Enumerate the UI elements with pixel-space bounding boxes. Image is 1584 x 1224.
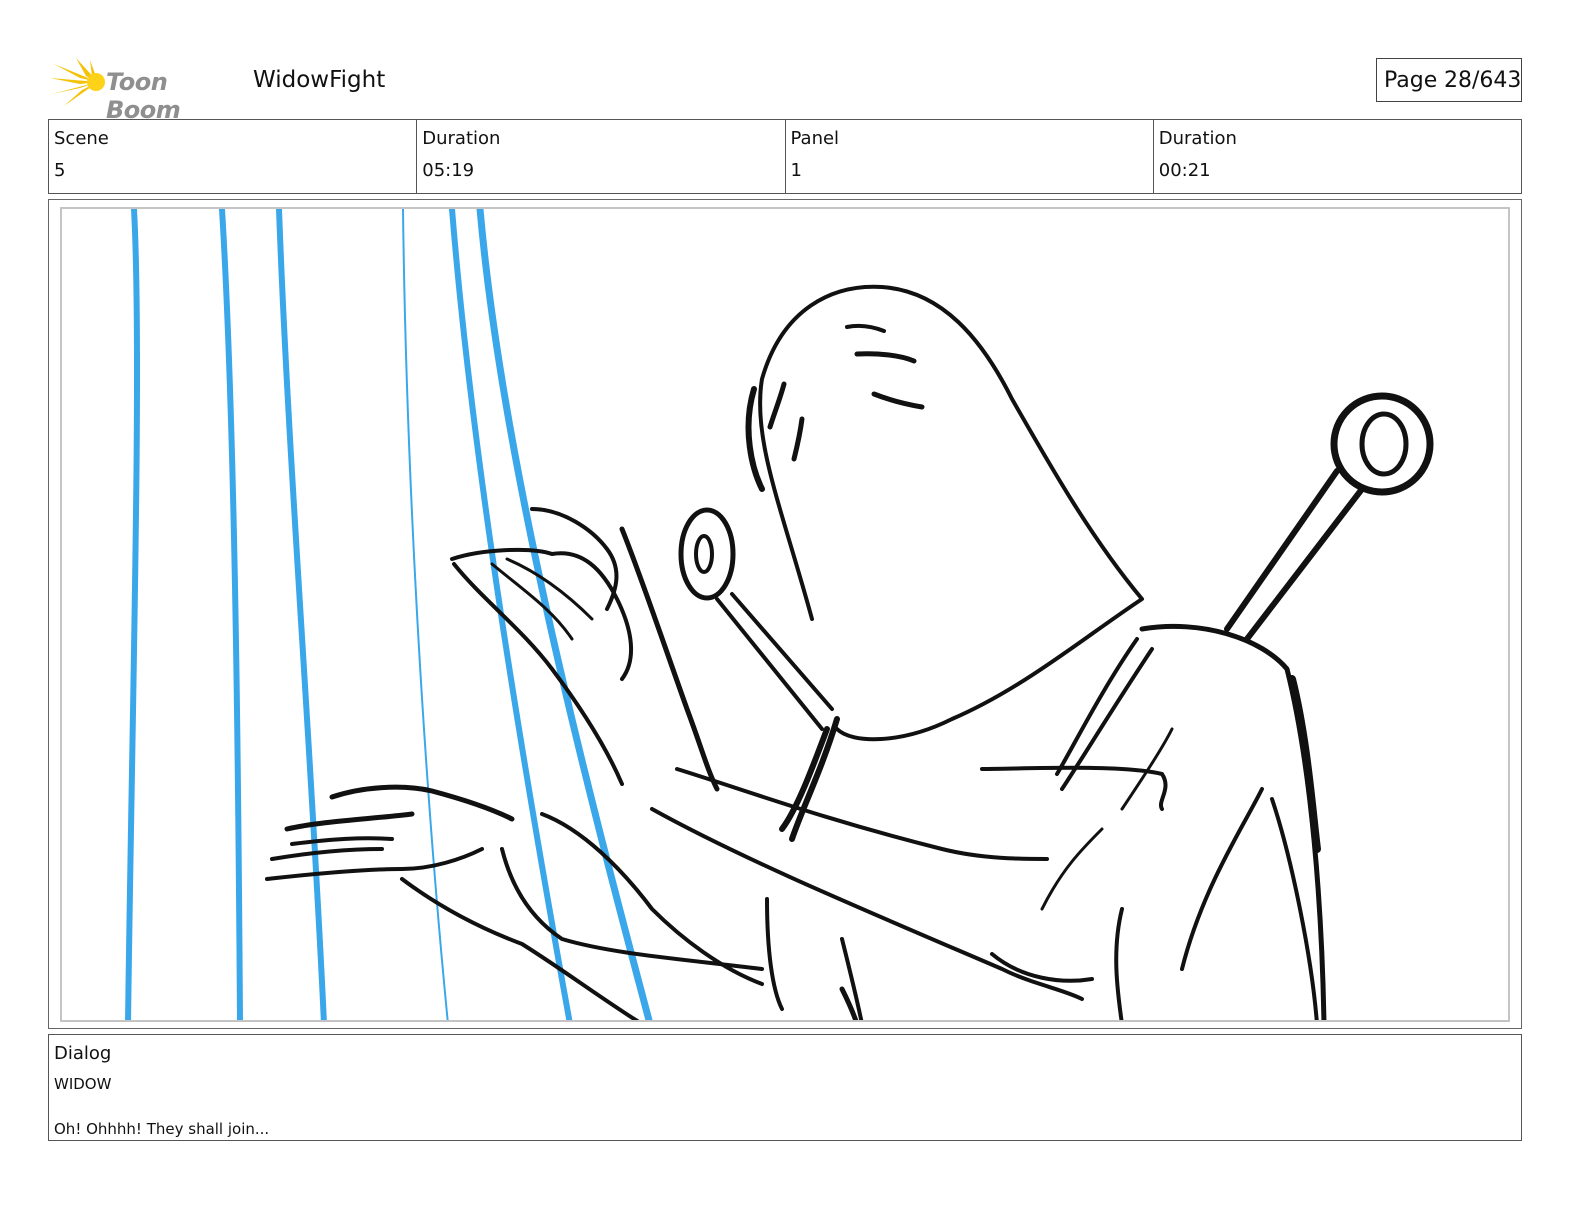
sketch-detail <box>1040 727 1174 911</box>
sketch-upper-arm <box>675 767 1049 861</box>
sketch-raised-hand <box>452 562 624 786</box>
sketch-lower-hand <box>540 812 764 986</box>
scene-cell: Scene 5 <box>49 120 418 193</box>
guide-line <box>219 209 243 1020</box>
toon-boom-logo: Toon Boom <box>50 58 240 124</box>
panel-duration-value: 00:21 <box>1158 160 1211 181</box>
sketch-lower-hand <box>284 784 515 832</box>
sketch-detail <box>990 952 1094 983</box>
page-header: Toon Boom WidowFight Page 28/643 <box>48 52 1522 124</box>
sketch-antenna-ring <box>1330 392 1434 496</box>
character-sketch <box>265 284 1434 1020</box>
panel-duration-cell: Duration 00:21 <box>1154 120 1521 193</box>
sketch-antenna-ring <box>1359 411 1409 477</box>
project-title: WidowFight <box>253 67 386 93</box>
sketch-antenna-ring <box>678 507 736 601</box>
guide-line <box>276 209 327 1020</box>
sketch-shoulder-shade <box>1288 675 1321 853</box>
sketch-raised-hand <box>450 547 634 681</box>
scene-duration-value: 05:19 <box>422 160 475 181</box>
scene-value: 5 <box>54 160 66 181</box>
page-label: Page <box>1384 68 1438 93</box>
sketch-antenna-stalk <box>715 592 834 731</box>
panel-duration-label: Duration <box>1158 128 1237 149</box>
panel-label: Panel <box>790 128 840 149</box>
sketch-neck <box>779 716 840 842</box>
dialog-line: Oh! Ohhhh! They shall join... <box>54 1120 270 1138</box>
sketch-eye <box>767 381 787 430</box>
sketch-body <box>1114 907 1124 1020</box>
sketch-eye <box>845 323 886 333</box>
panel-value: 1 <box>790 160 802 181</box>
panel-cell: Panel 1 <box>786 120 1154 193</box>
dialog-box: Dialog WIDOW Oh! Ohhhh! They shall join.… <box>48 1034 1522 1141</box>
storyboard-sketch <box>125 209 1434 1020</box>
page-number: 28/643 <box>1444 68 1522 93</box>
sketch-eye <box>871 391 925 410</box>
page-indicator: Page 28/643 <box>1376 58 1522 102</box>
sketch-antenna-ring <box>694 534 714 574</box>
sketch-eye <box>791 416 805 462</box>
scene-duration-cell: Duration 05:19 <box>417 120 786 193</box>
guide-line <box>402 209 449 1020</box>
sketch-raised-hand <box>619 526 720 792</box>
scene-duration-label: Duration <box>422 128 501 149</box>
sketch-eye <box>854 351 917 364</box>
storyboard-panel <box>60 207 1510 1022</box>
starburst-icon <box>50 58 105 106</box>
sketch-antenna-stalk <box>1224 468 1365 642</box>
sketch-head <box>758 284 1144 742</box>
dialog-label: Dialog <box>54 1043 112 1064</box>
logo-text: Toon Boom <box>106 68 181 124</box>
panel-frame <box>48 199 1522 1029</box>
sketch-body <box>1180 787 1319 1020</box>
dialog-speaker: WIDOW <box>54 1075 112 1093</box>
scene-info-row: Scene 5 Duration 05:19 Panel 1 Duration … <box>48 119 1522 194</box>
guide-lines <box>125 209 653 1020</box>
guide-line <box>125 209 141 1020</box>
scene-label: Scene <box>54 128 109 149</box>
sketch-lower-hand <box>270 836 394 861</box>
